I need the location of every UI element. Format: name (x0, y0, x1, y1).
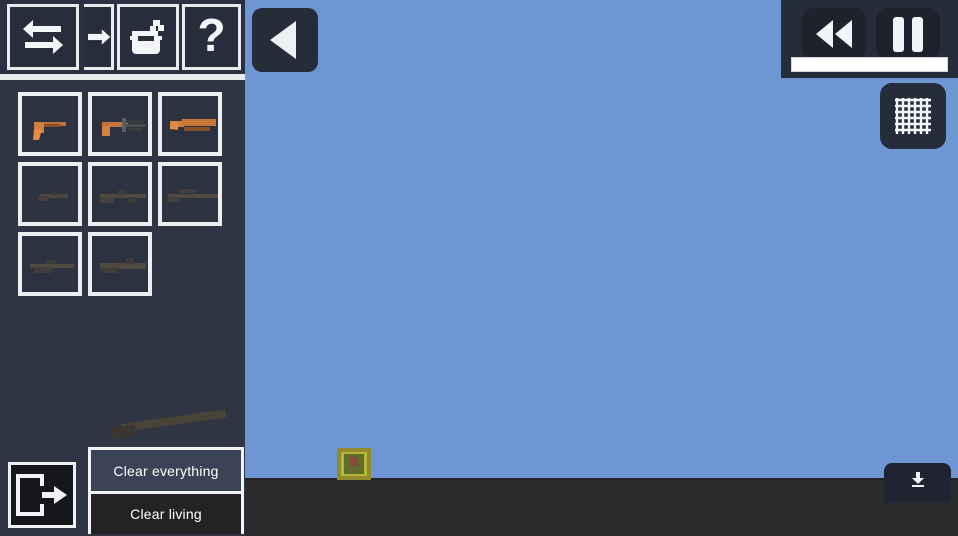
weapon-sniper-icon (168, 189, 218, 202)
weapon-stock (109, 424, 137, 439)
weapon-machinegun-icon (30, 260, 74, 273)
clear-everything-label: Clear everything (113, 462, 219, 479)
grid-icon (895, 98, 931, 134)
triangle-left-icon (270, 21, 296, 59)
tool-button-insert[interactable]: Insert (84, 4, 114, 70)
weapon-slot-launcher[interactable]: Launcher (88, 232, 152, 296)
transport-panel: Rewind Pause 100 (781, 0, 958, 78)
clear-living-label: Clear living (130, 506, 202, 522)
weapon-pistol-icon (33, 122, 66, 140)
swap-arrows-icon (23, 20, 63, 54)
crate-label: Crate (337, 448, 338, 449)
weapon-shotgun-icon (170, 119, 216, 131)
collapse-panel-button[interactable]: Collapse panel (252, 8, 318, 72)
pause-button[interactable]: Pause (876, 8, 940, 60)
dragged-weapon-preview: Launcher (109, 409, 230, 439)
exit-button-label: Exit (70, 465, 71, 466)
weapon-slot-carbine[interactable]: Carbine (88, 162, 152, 226)
weapon-rifle-icon (38, 191, 68, 201)
weapon-slot-sniper[interactable]: Sniper rifle (158, 162, 222, 226)
weapon-slot-shotgun[interactable]: Shotgun (158, 92, 222, 156)
tool-button-paint[interactable]: Paint bucket (117, 4, 179, 70)
dragged-weapon-label: Launcher (110, 415, 111, 416)
weapon-launcher-icon (100, 258, 146, 273)
crate-object[interactable]: Crate (337, 448, 371, 480)
pause-icon-bar2 (912, 16, 923, 52)
clear-living-button[interactable]: Clear living (91, 494, 241, 534)
weapon-smg-icon (102, 118, 146, 136)
weapon-slot-pistol[interactable]: Pistol (18, 92, 82, 156)
tool-button-swap[interactable]: Swap / transfer (7, 4, 79, 70)
grid-toggle-button[interactable]: Toggle grid (880, 83, 946, 149)
exit-door-icon (16, 474, 67, 516)
download-icon (911, 472, 924, 487)
crate-detail (349, 457, 358, 466)
arrow-into-icon (88, 29, 111, 45)
left-sidebar: Launcher Swap / transfer (0, 0, 245, 536)
tool-button-help[interactable]: ? (182, 4, 241, 70)
clear-everything-button[interactable]: Clear everything (91, 450, 241, 491)
weapon-slot-rifle[interactable]: Rifle (18, 162, 82, 226)
speed-slider[interactable]: 100 (791, 57, 948, 72)
game-screen: Ground Crate Launcher (0, 0, 958, 536)
pause-icon (893, 16, 904, 52)
weapon-slot-smg[interactable]: SMG (88, 92, 152, 156)
sidebar-toolbar: Swap / transfer Insert (0, 0, 245, 80)
download-button[interactable]: Download (884, 463, 951, 503)
question-mark-icon: ? (197, 9, 226, 61)
weapon-carbine-icon (100, 190, 146, 203)
rewind-button[interactable]: Rewind (802, 8, 866, 60)
pause-button-label: Pause (908, 34, 909, 35)
paint-bucket-icon (130, 20, 164, 54)
rewind-icon (816, 20, 852, 48)
weapon-slot-machinegun[interactable]: Machine gun (18, 232, 82, 296)
speed-slider-value: 100 (792, 58, 793, 59)
weapon-barrel (121, 409, 227, 432)
exit-button[interactable]: Exit (8, 462, 76, 528)
clear-menu: Clear everything Clear living (88, 447, 244, 534)
toolbar-divider (0, 74, 245, 80)
